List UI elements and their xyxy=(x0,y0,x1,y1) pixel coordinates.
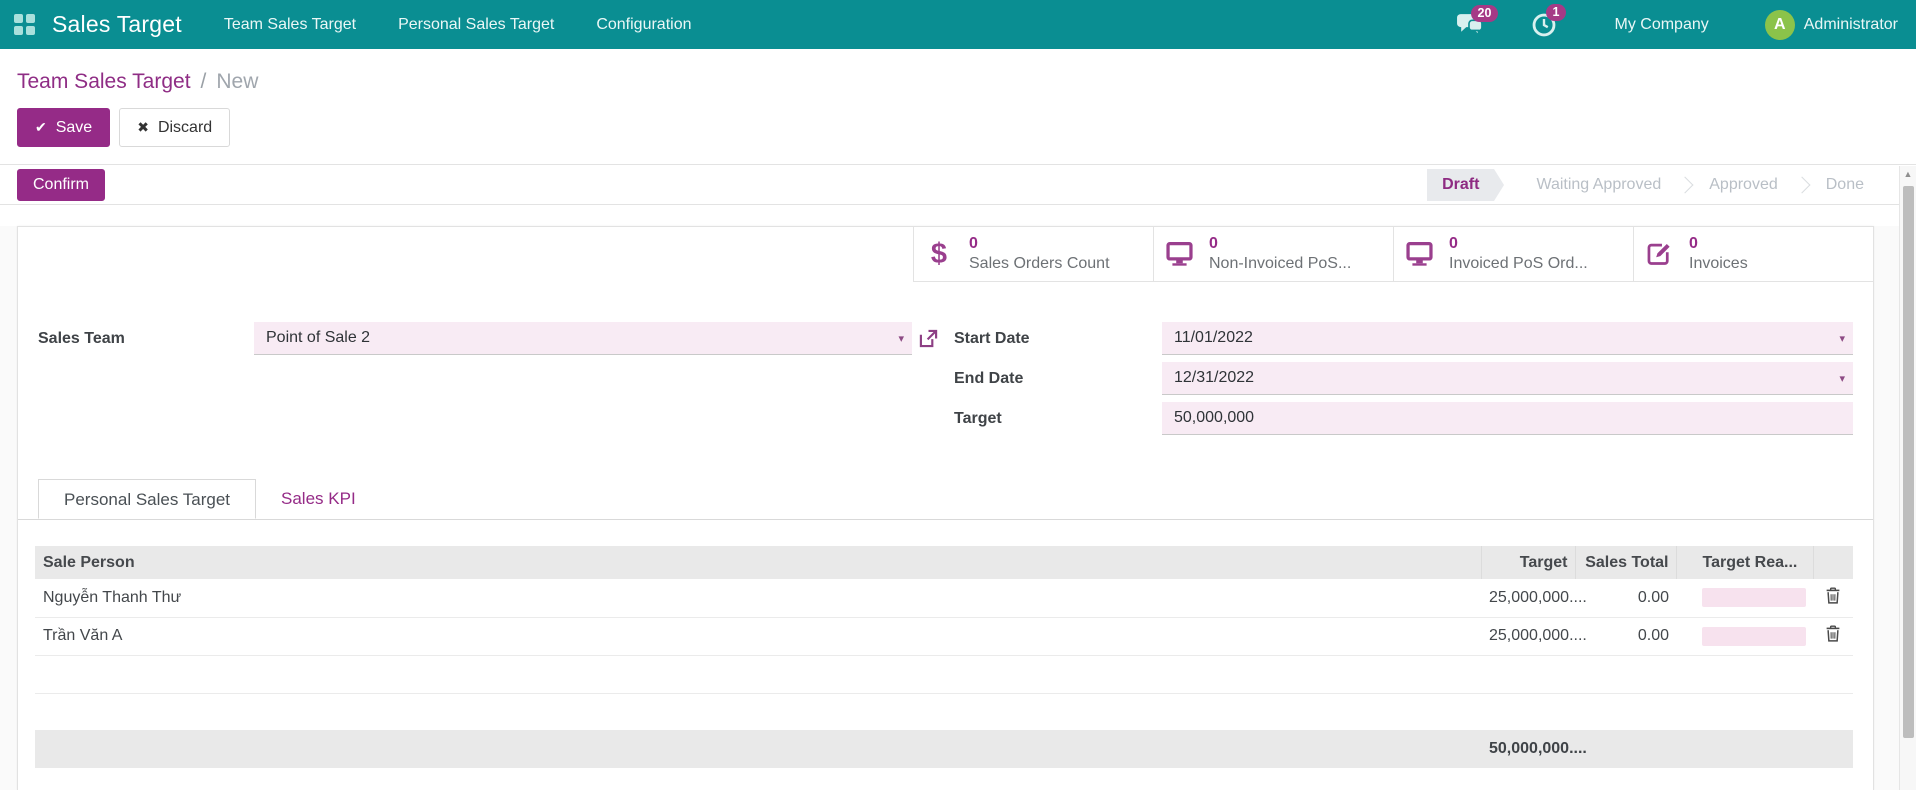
cell-target[interactable]: 25,000,000.... xyxy=(1481,617,1587,656)
breadcrumb-separator: / xyxy=(200,69,207,93)
end-date-input[interactable]: 12/31/2022 ▾ xyxy=(1162,362,1853,395)
chevron-down-icon: ▾ xyxy=(1839,372,1845,385)
delete-row-button[interactable] xyxy=(1813,617,1853,656)
personal-sales-target-table: Sale Person Target Sales Total Target Re… xyxy=(35,546,1853,768)
form-fields: Sales Team Point of Sale 2 ▾ Start Date … xyxy=(18,282,1873,442)
main-menu: Team Sales Target Personal Sales Target … xyxy=(224,16,692,34)
messages-icon[interactable]: 20 xyxy=(1456,4,1499,37)
status-step-waiting-approved[interactable]: Waiting Approved xyxy=(1512,169,1685,201)
end-date-label: End Date xyxy=(954,369,1024,387)
user-name: Administrator xyxy=(1803,15,1898,33)
save-button[interactable]: ✔ Save xyxy=(17,108,111,147)
target-label: Target xyxy=(954,409,1002,427)
dollar-icon: $ xyxy=(930,237,948,270)
progress-bar xyxy=(1702,588,1806,608)
monitor-icon xyxy=(1402,242,1436,266)
menu-personal-sales-target[interactable]: Personal Sales Target xyxy=(398,16,554,34)
breadcrumb: Team Sales Target / New xyxy=(17,66,1916,97)
stat-non-invoiced-pos[interactable]: 0 Non-Invoiced PoS... xyxy=(1153,227,1393,282)
col-actions xyxy=(1812,546,1853,579)
table-row: Nguyễn Thanh Thư 25,000,000.... 0.00 xyxy=(35,579,1853,618)
edit-icon xyxy=(1642,241,1676,267)
apps-menu-icon[interactable] xyxy=(14,13,36,36)
check-icon: ✔ xyxy=(35,119,47,135)
content-area: $ 0 Sales Orders Count 0 Non-Invoiced Po xyxy=(0,226,1916,790)
discard-button[interactable]: ✖ Discard xyxy=(119,108,231,147)
vertical-scrollbar: ▲ xyxy=(1899,166,1916,790)
tab-sales-kpi[interactable]: Sales KPI xyxy=(256,479,381,519)
close-icon: ✖ xyxy=(137,119,149,135)
stat-invoiced-pos[interactable]: 0 Invoiced PoS Ord... xyxy=(1393,227,1633,282)
sales-team-label: Sales Team xyxy=(38,329,125,347)
status-step-done[interactable]: Done xyxy=(1802,169,1888,201)
company-switcher[interactable]: My Company xyxy=(1615,16,1709,34)
table-footer: 50,000,000.... xyxy=(35,729,1853,768)
status-step-approved[interactable]: Approved xyxy=(1685,169,1802,201)
scrollbar-thumb[interactable] xyxy=(1903,186,1914,738)
chevron-down-icon: ▾ xyxy=(1839,332,1845,345)
notebook-tabs: Personal Sales Target Sales KPI xyxy=(18,479,1873,520)
table-header-row: Sale Person Target Sales Total Target Re… xyxy=(35,546,1853,579)
col-target-reached[interactable]: Target Rea... xyxy=(1675,546,1813,579)
breadcrumb-current: New xyxy=(216,69,259,93)
progress-bar xyxy=(1702,626,1806,646)
stat-button-box: $ 0 Sales Orders Count 0 Non-Invoiced Po xyxy=(18,227,1873,282)
tab-personal-sales-target[interactable]: Personal Sales Target xyxy=(38,479,257,519)
chevron-down-icon: ▾ xyxy=(898,332,904,345)
control-panel: Team Sales Target / New ✔ Save ✖ Discard xyxy=(0,49,1916,165)
stat-invoices[interactable]: 0 Invoices xyxy=(1633,227,1873,282)
col-target[interactable]: Target xyxy=(1480,546,1575,579)
cell-target[interactable]: 25,000,000.... xyxy=(1481,579,1587,618)
status-steps: Draft Waiting Approved Approved Done xyxy=(1427,168,1888,201)
cell-sales-total[interactable]: 0.00 xyxy=(1575,579,1676,618)
messages-badge: 20 xyxy=(1470,4,1499,23)
status-step-draft[interactable]: Draft xyxy=(1427,168,1505,201)
trash-icon xyxy=(1826,625,1840,642)
delete-row-button[interactable] xyxy=(1813,579,1853,618)
col-sale-person[interactable]: Sale Person xyxy=(35,546,1481,579)
external-link-icon[interactable] xyxy=(919,329,938,348)
breadcrumb-parent[interactable]: Team Sales Target xyxy=(17,70,191,94)
menu-configuration[interactable]: Configuration xyxy=(596,16,691,34)
trash-icon xyxy=(1826,587,1840,604)
cell-person[interactable]: Nguyễn Thanh Thư xyxy=(35,579,1481,618)
cell-sales-total[interactable]: 0.00 xyxy=(1575,617,1676,656)
target-input[interactable]: 50,000,000 xyxy=(1162,402,1853,435)
form-statusbar: Confirm Draft Waiting Approved Approved … xyxy=(0,165,1916,205)
activities-badge: 1 xyxy=(1545,3,1567,22)
table-row: Trần Văn A 25,000,000.... 0.00 xyxy=(35,617,1853,656)
user-menu[interactable]: A Administrator xyxy=(1764,9,1898,40)
footer-total: 50,000,000.... xyxy=(1481,729,1587,768)
confirm-button[interactable]: Confirm xyxy=(17,168,106,201)
form-sheet: $ 0 Sales Orders Count 0 Non-Invoiced Po xyxy=(17,226,1874,790)
sales-team-input[interactable]: Point of Sale 2 ▾ xyxy=(254,322,912,355)
activities-icon[interactable]: 1 xyxy=(1531,3,1567,38)
cell-target-reached xyxy=(1676,579,1813,618)
top-navbar: Sales Target Team Sales Target Personal … xyxy=(0,0,1916,49)
cell-target-reached xyxy=(1676,617,1813,656)
avatar: A xyxy=(1764,9,1795,40)
cell-person[interactable]: Trần Văn A xyxy=(35,617,1481,656)
start-date-input[interactable]: 11/01/2022 ▾ xyxy=(1162,322,1853,355)
col-sales-total[interactable]: Sales Total xyxy=(1574,546,1676,579)
menu-team-sales-target[interactable]: Team Sales Target xyxy=(224,16,356,34)
stat-sales-orders-count[interactable]: $ 0 Sales Orders Count xyxy=(913,227,1153,282)
start-date-label: Start Date xyxy=(954,329,1030,347)
app-title: Sales Target xyxy=(52,11,182,37)
systray: 20 1 My Company A Administrator xyxy=(1408,3,1916,40)
empty-row[interactable] xyxy=(35,655,1853,694)
monitor-icon xyxy=(1162,242,1196,266)
scroll-up-arrow[interactable]: ▲ xyxy=(1900,166,1916,183)
